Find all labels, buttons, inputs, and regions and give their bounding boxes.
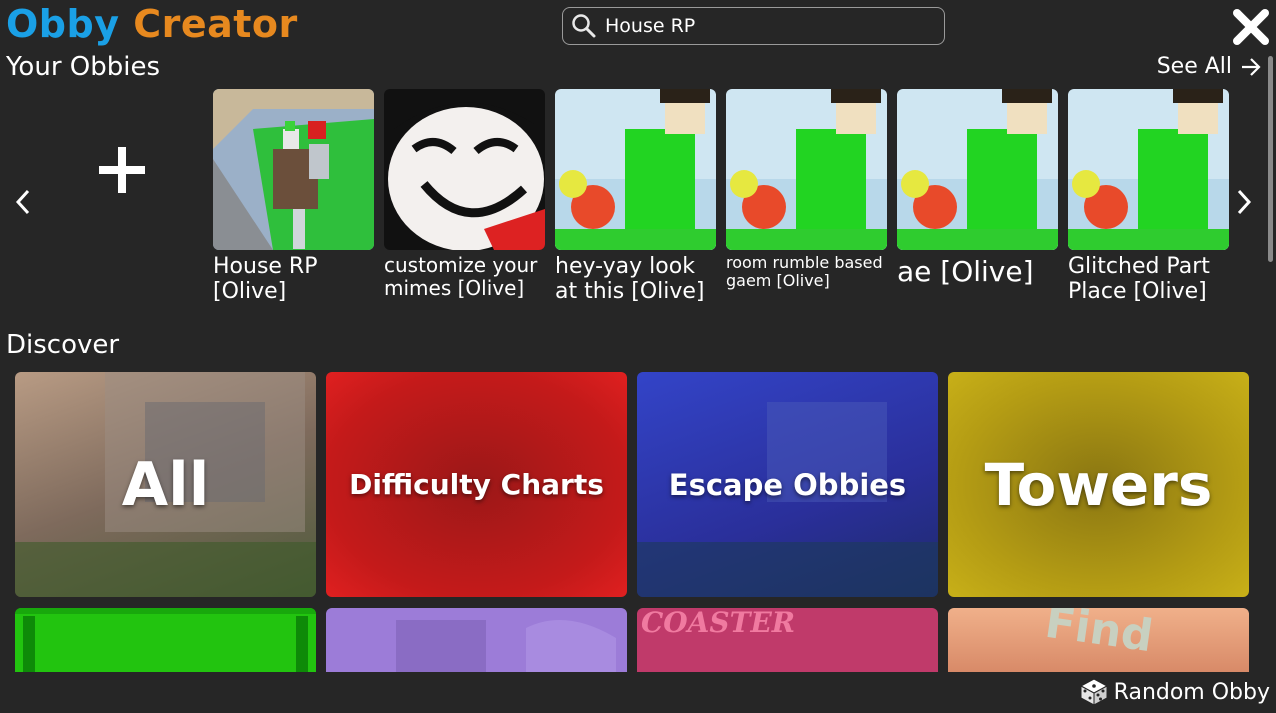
chevron-right-icon	[1237, 189, 1252, 215]
obby-thumbnail	[897, 89, 1058, 250]
carousel-prev-button[interactable]	[8, 180, 38, 224]
obby-title: customize your mimes [Olive]	[384, 253, 538, 300]
category-card[interactable]	[15, 608, 316, 672]
plus-icon	[99, 146, 145, 193]
logo-obby: Obby	[6, 2, 120, 46]
category-label: Difficulty Charts	[349, 468, 604, 501]
obby-thumbnail	[555, 89, 716, 250]
category-towers[interactable]: Towers	[948, 372, 1249, 597]
create-obby-button[interactable]	[42, 89, 202, 250]
category-card[interactable]	[326, 608, 627, 672]
category-label: COASTER	[641, 608, 796, 639]
category-label: All	[121, 449, 210, 520]
scrollbar[interactable]	[1268, 56, 1273, 262]
chevron-left-icon	[15, 189, 30, 215]
search-box[interactable]	[562, 7, 945, 45]
obby-card[interactable]: hey-yay look at this [Olive]	[555, 89, 716, 305]
category-difficulty-charts[interactable]: Difficulty Charts	[326, 372, 627, 597]
category-label: Escape Obbies	[668, 467, 907, 502]
obby-title: ae [Olive]	[897, 255, 1034, 288]
search-input[interactable]	[601, 15, 944, 37]
see-all-link[interactable]: See All	[1157, 54, 1262, 79]
obby-card[interactable]: House RP [Olive]	[213, 89, 374, 305]
obby-title: House RP [Olive]	[213, 254, 318, 305]
app-logo: Obby Creator	[6, 2, 298, 46]
category-all[interactable]: All	[15, 372, 316, 597]
obby-thumbnail	[213, 89, 374, 250]
your-obbies-title: Your Obbies	[6, 52, 161, 82]
search-icon	[567, 7, 601, 45]
obby-title: room rumble based gaem [Olive]	[726, 253, 883, 291]
random-obby-label: Random Obby	[1113, 679, 1270, 705]
dice-icon	[1079, 678, 1108, 706]
category-label: Find	[1041, 608, 1156, 663]
close-icon	[1233, 9, 1269, 45]
category-escape-obbies[interactable]: Escape Obbies	[637, 372, 938, 597]
logo-creator: Creator	[133, 2, 298, 46]
see-all-label: See All	[1156, 54, 1232, 79]
obby-thumbnail	[1068, 89, 1229, 250]
obby-card[interactable]: room rumble based gaem [Olive]	[726, 89, 887, 291]
obby-card[interactable]: customize your mimes [Olive]	[384, 89, 545, 300]
discover-title: Discover	[6, 330, 120, 360]
obby-card[interactable]: ae [Olive]	[897, 89, 1058, 288]
obby-card[interactable]: Glitched Part Place [Olive]	[1068, 89, 1229, 305]
obby-title: Glitched Part Place [Olive]	[1068, 254, 1210, 305]
close-button[interactable]	[1230, 6, 1272, 48]
obby-thumbnail	[726, 89, 887, 250]
category-card[interactable]: Find	[948, 608, 1249, 672]
obby-thumbnail	[384, 89, 545, 250]
arrow-right-icon	[1242, 57, 1261, 76]
obby-title: hey-yay look at this [Olive]	[555, 254, 705, 305]
random-obby-button[interactable]: Random Obby	[1079, 678, 1270, 706]
carousel-next-button[interactable]	[1229, 180, 1259, 224]
category-label: Towers	[984, 450, 1213, 519]
category-card[interactable]: COASTER	[637, 608, 938, 672]
